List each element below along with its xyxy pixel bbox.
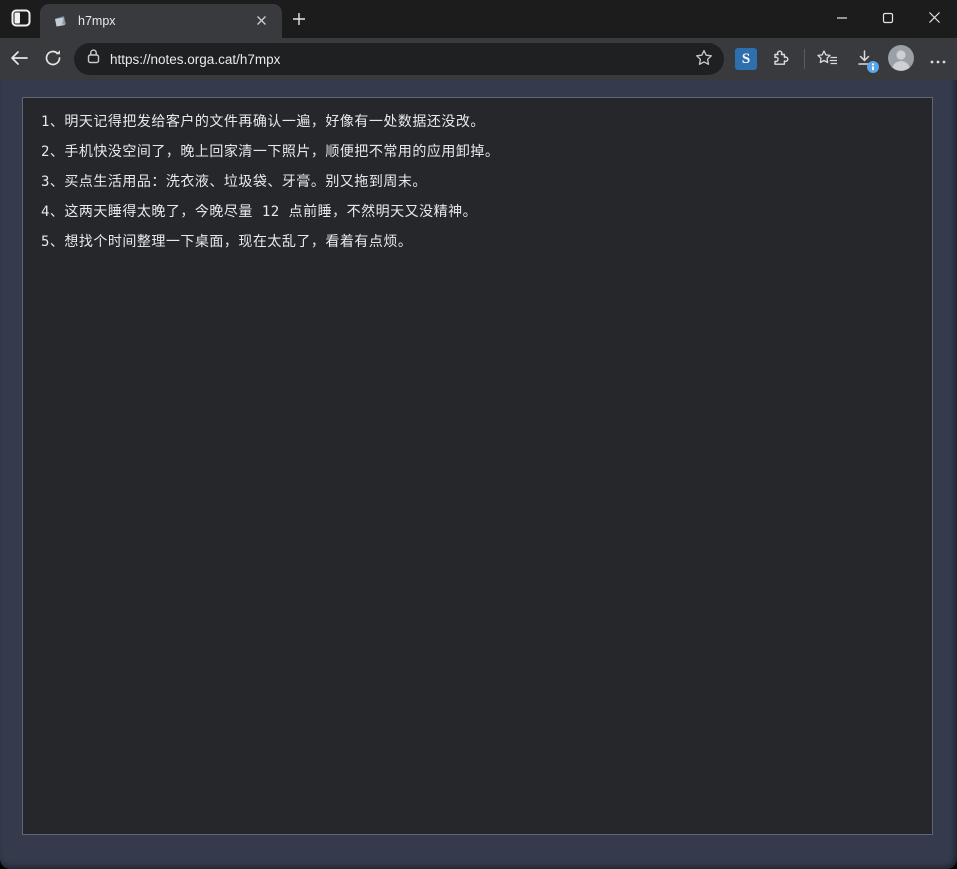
minimize-button[interactable] — [819, 0, 865, 38]
star-outline-icon — [695, 49, 713, 69]
favorite-star-button[interactable] — [690, 45, 718, 73]
titlebar: h7mpx — [0, 0, 957, 38]
tab-actions-icon — [11, 9, 31, 30]
settings-menu-button[interactable] — [923, 44, 953, 74]
s-extension-button[interactable]: S — [735, 48, 757, 70]
ellipsis-icon — [930, 52, 946, 67]
toolbar-divider — [804, 49, 805, 69]
favorites-collections-button[interactable] — [812, 44, 842, 74]
browser-window: h7mpx — [0, 0, 957, 869]
page-content: 1、明天记得把发给客户的文件再确认一遍，好像有一处数据还没改。 2、手机快没空间… — [0, 80, 957, 869]
minimize-icon — [836, 12, 848, 27]
person-avatar-icon — [887, 44, 915, 75]
extensions-puzzle-button[interactable] — [764, 44, 794, 74]
plus-icon — [292, 12, 306, 29]
favorites-star-list-icon — [817, 49, 838, 70]
window-close-button[interactable] — [911, 0, 957, 38]
tab-title: h7mpx — [78, 14, 250, 28]
puzzle-icon — [770, 48, 789, 70]
address-bar[interactable]: https://notes.orga.cat/h7mpx — [74, 43, 724, 75]
lock-icon — [86, 48, 101, 70]
downloads-button[interactable] — [849, 44, 879, 74]
maximize-button[interactable] — [865, 0, 911, 38]
tab-close-button[interactable] — [250, 10, 272, 32]
window-controls — [819, 0, 957, 38]
notes-container[interactable]: 1、明天记得把发给客户的文件再确认一遍，好像有一处数据还没改。 2、手机快没空间… — [22, 97, 933, 835]
toolbar: https://notes.orga.cat/h7mpx S — [0, 38, 957, 80]
back-button[interactable] — [2, 42, 36, 76]
note-line-4: 4、这两天睡得太晚了，今晚尽量 12 点前睡，不然明天又没精神。 — [41, 197, 914, 227]
new-tab-button[interactable] — [286, 8, 312, 32]
refresh-icon — [44, 49, 62, 70]
close-icon — [928, 11, 941, 27]
tab-actions-button[interactable] — [8, 7, 34, 31]
note-line-1: 1、明天记得把发给客户的文件再确认一遍，好像有一处数据还没改。 — [41, 107, 914, 137]
refresh-button[interactable] — [36, 42, 70, 76]
tab-h7mpx[interactable]: h7mpx — [40, 4, 282, 38]
maximize-icon — [882, 12, 894, 27]
notes-favicon-icon — [52, 13, 69, 30]
note-line-3: 3、买点生活用品：洗衣液、垃圾袋、牙膏。别又拖到周末。 — [41, 167, 914, 197]
download-info-badge — [867, 61, 879, 73]
note-line-2: 2、手机快没空间了，晚上回家清一下照片，顺便把不常用的应用卸掉。 — [41, 137, 914, 167]
url-text[interactable]: https://notes.orga.cat/h7mpx — [110, 52, 690, 67]
close-icon — [256, 14, 267, 29]
back-arrow-icon — [10, 50, 29, 69]
profile-avatar-button[interactable] — [886, 44, 916, 74]
note-line-5: 5、想找个时间整理一下桌面，现在太乱了，看着有点烦。 — [41, 227, 914, 257]
